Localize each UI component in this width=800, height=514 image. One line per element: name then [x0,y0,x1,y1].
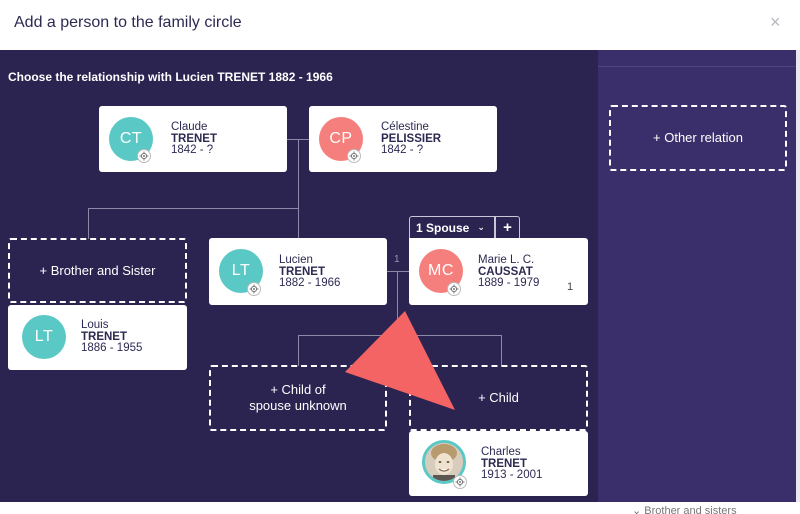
life-dates: 1886 - 1955 [81,342,143,354]
person-name: Lucien TRENET 1882 - 1966 [279,254,341,290]
couple-connector [387,271,409,272]
life-dates: 1882 - 1966 [279,277,341,289]
children-connector-vertical [397,271,398,335]
child-unknown-label-line1: + Child of [270,382,326,397]
locate-icon[interactable] [447,282,461,296]
side-panel-divider [598,66,796,67]
modal-header: Add a person to the family circle × [0,0,800,50]
app-window: Add a person to the family circle × ⌄ Br… [0,0,800,514]
parents-connector-vertical [298,139,299,238]
life-dates: 1842 - ? [171,144,214,156]
sibling-card[interactable]: LT Louis TRENET 1886 - 1955 [8,305,187,370]
life-dates: 1842 - ? [381,144,424,156]
spouse-selector-dropdown[interactable]: 1 Spouse ⌄ [409,216,495,238]
person-name: Célestine PELISSIER 1842 - ? [381,121,441,157]
children-count: 1 [567,281,574,293]
first-name: Célestine [381,121,429,133]
modal-title: Add a person to the family circle [14,14,242,31]
mother-card[interactable]: CP Célestine PELISSIER 1842 - ? [309,106,497,172]
person-name: Louis TRENET 1886 - 1955 [81,319,143,355]
locate-icon[interactable] [247,282,261,296]
other-relation-button[interactable]: + Other relation [609,105,787,171]
person-name: Charles TRENET 1913 - 2001 [481,446,543,482]
person-name: Marie L. C. CAUSSAT 1889 - 1979 [478,254,540,290]
first-name: Charles [481,446,521,458]
child-unknown-connector [298,335,299,366]
child-connector [501,335,502,366]
relationship-subtitle: Choose the relationship with Lucien TREN… [8,70,333,84]
child-label: + Child [478,390,519,405]
life-dates: 1889 - 1979 [478,277,540,289]
chevron-down-icon: ⌄ [477,222,485,232]
child-unknown-label-line2: spouse unknown [249,398,347,413]
scrollbar-track[interactable] [796,50,800,514]
life-dates: 1913 - 2001 [481,469,543,481]
locate-icon[interactable] [137,149,151,163]
close-icon[interactable]: × [770,13,781,31]
brother-sister-label: + Brother and Sister [39,262,156,278]
collapsed-section-peek: ⌄ Brother and sisters [632,505,737,514]
siblings-connector [88,208,298,209]
locate-icon[interactable] [347,149,361,163]
add-child-button[interactable]: + Child [409,365,588,431]
spouse-card[interactable]: MC Marie L. C. CAUSSAT 1889 - 1979 1 [409,238,588,305]
connector-count: 1 [394,254,400,265]
first-name: Lucien [279,254,313,266]
self-card[interactable]: LT Lucien TRENET 1882 - 1966 [209,238,387,305]
add-spouse-button[interactable]: + [495,216,520,238]
sibling-connector-vertical [88,208,89,239]
children-connector [298,335,502,336]
first-name: Louis [81,319,109,331]
person-name: Claude TRENET 1842 - ? [171,121,217,157]
first-name: Marie L. C. [478,254,535,266]
father-card[interactable]: CT Claude TRENET 1842 - ? [99,106,287,172]
spouse-selector-label: 1 Spouse [416,220,470,235]
avatar: LT [22,315,66,359]
locate-icon[interactable] [453,475,467,489]
add-brother-sister-button[interactable]: + Brother and Sister [8,238,187,303]
first-name: Claude [171,121,208,133]
other-relation-label: + Other relation [653,130,743,145]
add-child-unknown-spouse-button[interactable]: + Child of spouse unknown [209,365,387,431]
